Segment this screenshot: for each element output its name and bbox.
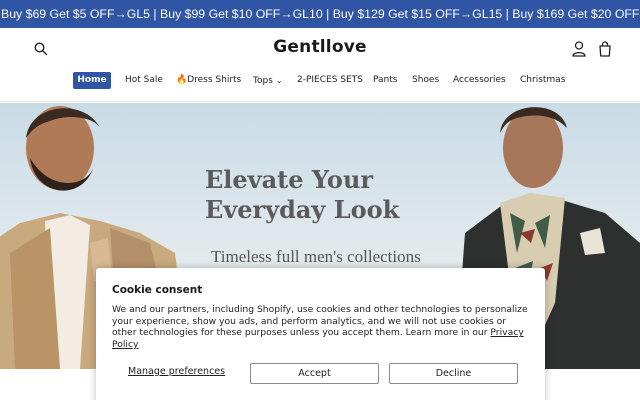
site-header: Gentllove Home Hot Sale 🔥Dress Shirts To…	[0, 28, 640, 102]
announcement-text: Buy $69 Get $5 OFF→GL5 | Buy $99 Get $10…	[1, 7, 640, 21]
nav-item-dress-shirts[interactable]: 🔥Dress Shirts	[176, 72, 241, 89]
nav-item-shoes[interactable]: Shoes	[412, 72, 439, 89]
nav-item-christmas[interactable]: Christmas	[520, 72, 565, 89]
cookie-body-text: We and our partners, including Shopify, …	[112, 304, 528, 339]
nav-item-hot-sale[interactable]: Hot Sale	[125, 72, 163, 89]
announcement-bar: Buy $69 Get $5 OFF→GL5 | Buy $99 Get $10…	[0, 0, 640, 28]
manage-preferences-button[interactable]: Manage preferences	[128, 366, 225, 377]
main-nav: Home Hot Sale 🔥Dress Shirts Tops ⌄ 2-PIEC…	[0, 72, 640, 90]
hero-headline: Elevate Your Everyday Look	[205, 165, 400, 224]
decline-button[interactable]: Decline	[389, 363, 518, 384]
accept-button[interactable]: Accept	[250, 363, 379, 384]
cart-icon[interactable]	[597, 40, 613, 58]
hero-subheadline: Timeless full men's collections	[211, 247, 421, 266]
chevron-down-icon: ⌄	[275, 76, 283, 85]
account-icon[interactable]	[571, 40, 587, 58]
nav-item-tops-label: Tops	[253, 76, 273, 86]
nav-item-2-pieces-sets[interactable]: 2-PIECES SETS	[297, 72, 363, 89]
cookie-consent-dialog: Cookie consent We and our partners, incl…	[96, 268, 545, 400]
nav-item-accessories[interactable]: Accessories	[453, 72, 506, 89]
nav-item-tops[interactable]: Tops ⌄	[253, 72, 283, 89]
cookie-body: We and our partners, including Shopify, …	[112, 304, 530, 351]
cookie-title: Cookie consent	[112, 284, 203, 296]
nav-item-home[interactable]: Home	[73, 72, 111, 89]
site-logo[interactable]: Gentllove	[0, 37, 640, 57]
nav-item-pants[interactable]: Pants	[373, 72, 397, 89]
